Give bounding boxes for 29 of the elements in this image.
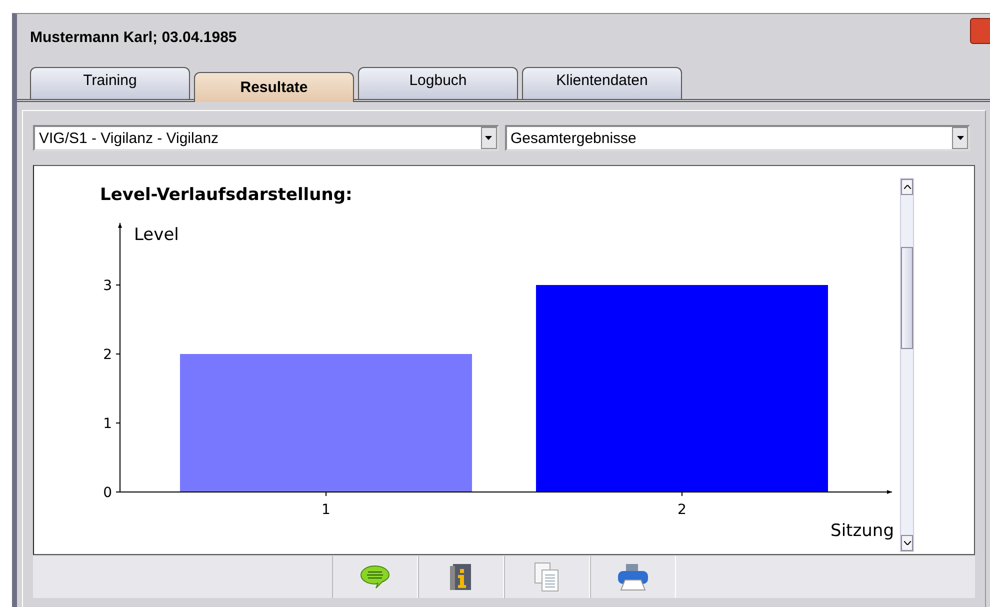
y-tick-label: 3 (103, 278, 112, 294)
scroll-up-icon[interactable] (901, 179, 913, 195)
printer-icon (616, 562, 650, 592)
scrollbar[interactable] (900, 178, 914, 552)
speech-bubble-icon (359, 564, 391, 590)
dropdown[interactable]: VIG/S1 - Vigilanz - Vigilanz (33, 125, 498, 151)
tab[interactable]: Training (30, 67, 190, 99)
toolbar-button[interactable] (418, 556, 504, 598)
dropdown[interactable]: Gesamtergebnisse (504, 125, 970, 151)
info-book-icon (449, 563, 473, 591)
toolbar-button[interactable] (590, 556, 676, 598)
y-axis-label: Level (134, 225, 179, 245)
scroll-down-icon[interactable] (901, 535, 913, 551)
x-axis-label: Sitzung (830, 521, 894, 541)
x-tick-label: 1 (322, 502, 330, 518)
scroll-thumb[interactable] (901, 247, 913, 349)
tab[interactable]: Logbuch (358, 67, 518, 99)
chart-title: Level-Verlaufsdarstellung: (100, 185, 352, 205)
dropdown-value: VIG/S1 - Vigilanz - Vigilanz (39, 130, 219, 146)
y-tick-label: 1 (103, 416, 112, 432)
y-tick-label: 0 (103, 485, 112, 501)
documents-icon (534, 562, 560, 592)
tab[interactable]: Klientendaten (522, 67, 682, 99)
tab[interactable]: Resultate (194, 72, 354, 102)
dropdown-value: Gesamtergebnisse (510, 130, 636, 146)
toolbar-button[interactable] (332, 556, 418, 598)
x-tick-label: 2 (678, 502, 686, 518)
window-title: Mustermann Karl; 03.04.1985 (30, 29, 237, 48)
y-tick-label: 2 (103, 347, 112, 363)
